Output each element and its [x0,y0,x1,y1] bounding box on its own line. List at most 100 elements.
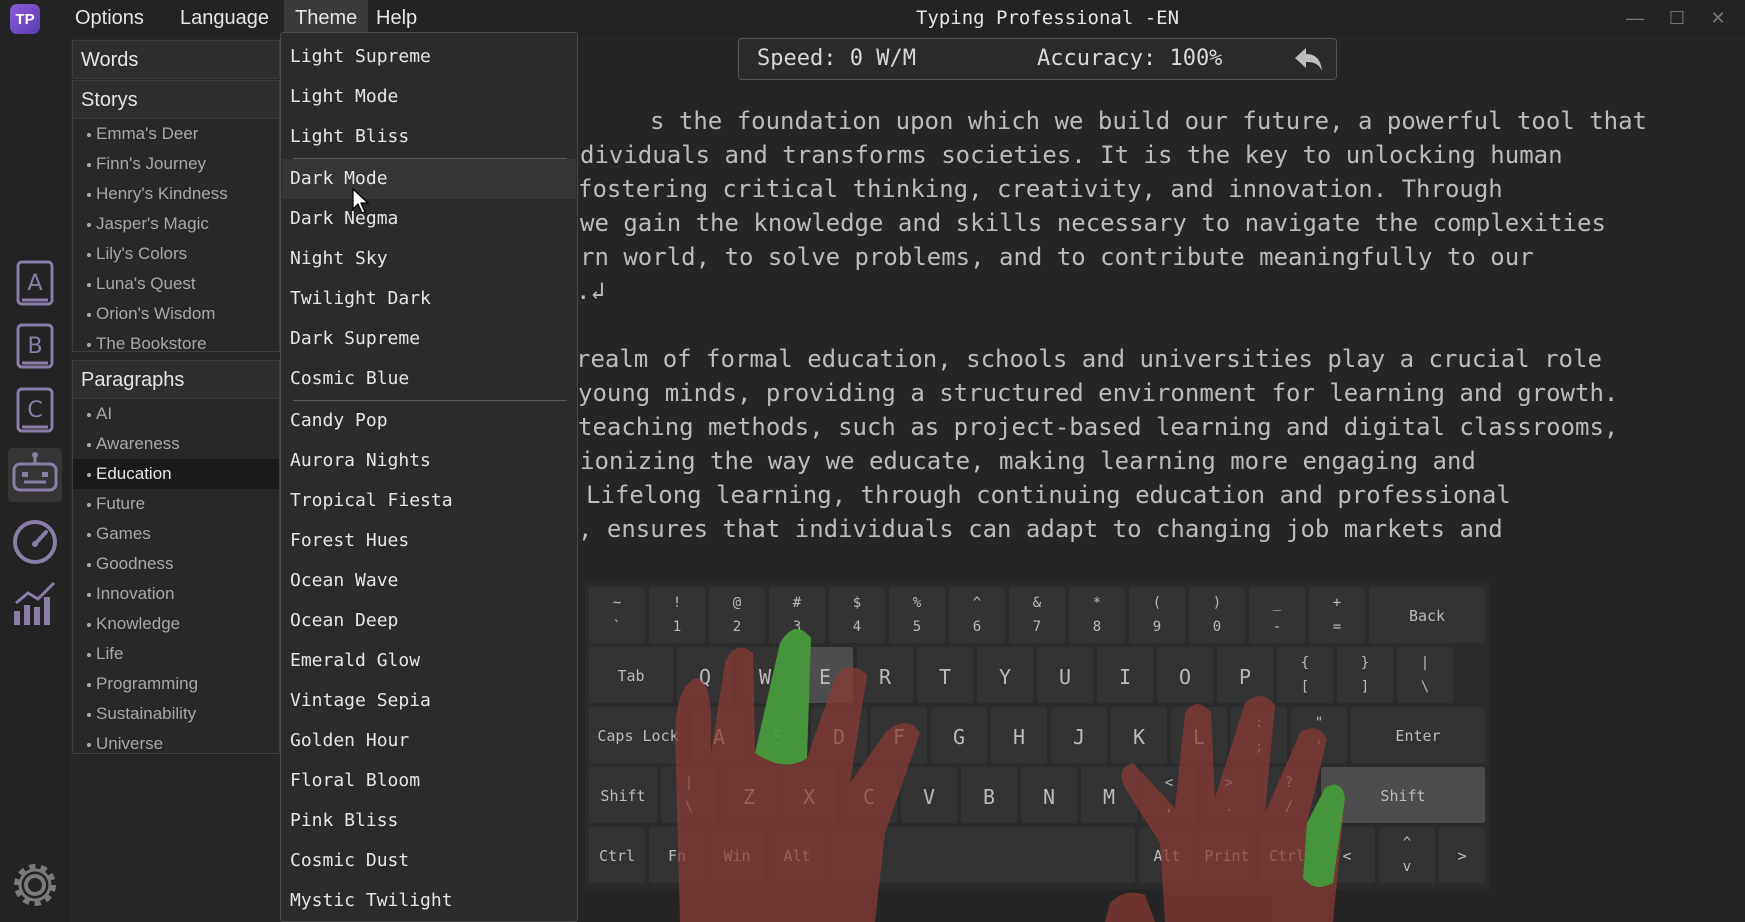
list-item-the-bookstore[interactable]: The Bookstore [73,329,279,359]
key-print[interactable]: Print [1199,827,1255,883]
key-num-10[interactable]: ) 0 [1189,587,1245,643]
key-backslash-left[interactable]: | \ [661,767,717,823]
key-r[interactable]: R [857,647,913,703]
key-a[interactable]: A [691,707,747,763]
key-punct-r4-2[interactable]: ? / [1261,767,1317,823]
key-c[interactable]: C [841,767,897,823]
key-num-1[interactable]: ! 1 [649,587,705,643]
words-group[interactable]: Words [72,40,280,79]
key-num-8[interactable]: * 8 [1069,587,1125,643]
theme-option-light-supreme[interactable]: Light Supreme [282,37,576,77]
list-item-knowledge[interactable]: Knowledge [73,609,279,639]
key-n[interactable]: N [1021,767,1077,823]
key-enter[interactable]: Enter [1351,707,1485,763]
list-item-games[interactable]: Games [73,519,279,549]
key-l[interactable]: L [1171,707,1227,763]
list-item-universe[interactable]: Universe [73,729,279,759]
key-num-12[interactable]: + = [1309,587,1365,643]
key-arrow-left[interactable]: < [1319,827,1375,883]
key-shift-right[interactable]: Shift [1321,767,1485,823]
undo-arrow-icon[interactable] [1292,45,1324,73]
key-ctrl-right[interactable]: Ctrl [1259,827,1315,883]
lesson-c-icon[interactable]: C [8,383,62,437]
theme-option-floral-bloom[interactable]: Floral Bloom [282,761,576,801]
list-item-ai[interactable]: AI [73,399,279,429]
theme-option-aurora-nights[interactable]: Aurora Nights [282,441,576,481]
key-alt-left[interactable]: Alt [769,827,825,883]
theme-option-cosmic-dust[interactable]: Cosmic Dust [282,841,576,881]
key-shift-left[interactable]: Shift [589,767,657,823]
key-num-7[interactable]: & 7 [1009,587,1065,643]
key-w[interactable]: W [737,647,793,703]
key-backtick[interactable]: ~ ` [589,587,645,643]
list-item-jasper-s-magic[interactable]: Jasper's Magic [73,209,279,239]
key-punct-r4-1[interactable]: >. [1201,767,1257,823]
key-win[interactable]: Win [709,827,765,883]
theme-option-twilight-dark[interactable]: Twilight Dark [282,279,576,319]
theme-option-emerald-glow[interactable]: Emerald Glow [282,641,576,681]
key-m[interactable]: M [1081,767,1137,823]
key-num-6[interactable]: ^ 6 [949,587,1005,643]
theme-option-night-sky[interactable]: Night Sky [282,239,576,279]
key-ctrl-left[interactable]: Ctrl [589,827,645,883]
theme-option-dark-supreme[interactable]: Dark Supreme [282,319,576,359]
lesson-a-icon[interactable]: A [8,256,62,310]
key-d[interactable]: D [811,707,867,763]
key-backspace[interactable]: Back [1369,587,1485,643]
key-bracket-2[interactable]: | \ [1397,647,1453,703]
key-p[interactable]: P [1217,647,1273,703]
list-item-awareness[interactable]: Awareness [73,429,279,459]
list-item-sustainability[interactable]: Sustainability [73,699,279,729]
theme-option-tropical-fiesta[interactable]: Tropical Fiesta [282,481,576,521]
key-k[interactable]: K [1111,707,1167,763]
key-o[interactable]: O [1157,647,1213,703]
key-num-2[interactable]: @2 [709,587,765,643]
key-fn[interactable]: Fn [649,827,705,883]
theme-option-candy-pop[interactable]: Candy Pop [282,401,576,441]
words-header[interactable]: Words [73,41,279,79]
list-item-life[interactable]: Life [73,639,279,669]
list-item-luna-s-quest[interactable]: Luna's Quest [73,269,279,299]
list-item-finn-s-journey[interactable]: Finn's Journey [73,149,279,179]
paragraphs-header[interactable]: Paragraphs [73,361,279,399]
key-t[interactable]: T [917,647,973,703]
theme-option-mystic-twilight[interactable]: Mystic Twilight [282,881,576,921]
list-item-education[interactable]: Education [73,459,279,489]
theme-option-pink-bliss[interactable]: Pink Bliss [282,801,576,841]
key-num-5[interactable]: % 5 [889,587,945,643]
key-punct-1[interactable]: " ' [1291,707,1347,763]
key-arrow-right[interactable]: > [1439,827,1485,883]
theme-option-cosmic-blue[interactable]: Cosmic Blue [282,359,576,399]
list-item-innovation[interactable]: Innovation [73,579,279,609]
key-j[interactable]: J [1051,707,1107,763]
settings-gear-icon[interactable] [8,858,62,912]
key-f[interactable]: F [871,707,927,763]
key-punct-r4-0[interactable]: <, [1141,767,1197,823]
theme-option-light-bliss[interactable]: Light Bliss [282,117,576,157]
theme-option-dark-negma[interactable]: Dark Negma [282,199,576,239]
list-item-emma-s-deer[interactable]: Emma's Deer [73,119,279,149]
key-space[interactable] [829,827,1135,883]
theme-option-vintage-sepia[interactable]: Vintage Sepia [282,681,576,721]
keyboard-practice-icon[interactable] [8,448,62,502]
storys-header[interactable]: Storys [73,81,279,119]
close-icon[interactable]: ✕ [1706,6,1730,30]
list-item-programming[interactable]: Programming [73,669,279,699]
key-g[interactable]: G [931,707,987,763]
lesson-b-icon[interactable]: B [8,319,62,373]
list-item-orion-s-wisdom[interactable]: Orion's Wisdom [73,299,279,329]
key-num-9[interactable]: (9 [1129,587,1185,643]
key-bracket-0[interactable]: {[ [1277,647,1333,703]
theme-option-light-mode[interactable]: Light Mode [282,77,576,117]
key-x[interactable]: X [781,767,837,823]
maximize-icon[interactable]: ☐ [1665,6,1689,30]
list-item-goodness[interactable]: Goodness [73,549,279,579]
key-caps-lock[interactable]: Caps Lock [589,707,687,763]
key-s[interactable]: S [751,707,807,763]
theme-option-ocean-deep[interactable]: Ocean Deep [282,601,576,641]
key-y[interactable]: Y [977,647,1033,703]
theme-option-ocean-wave[interactable]: Ocean Wave [282,561,576,601]
key-num-3[interactable]: #3 [769,587,825,643]
key-arrow-up-down[interactable]: ^ v [1379,827,1435,883]
list-item-lily-s-colors[interactable]: Lily's Colors [73,239,279,269]
